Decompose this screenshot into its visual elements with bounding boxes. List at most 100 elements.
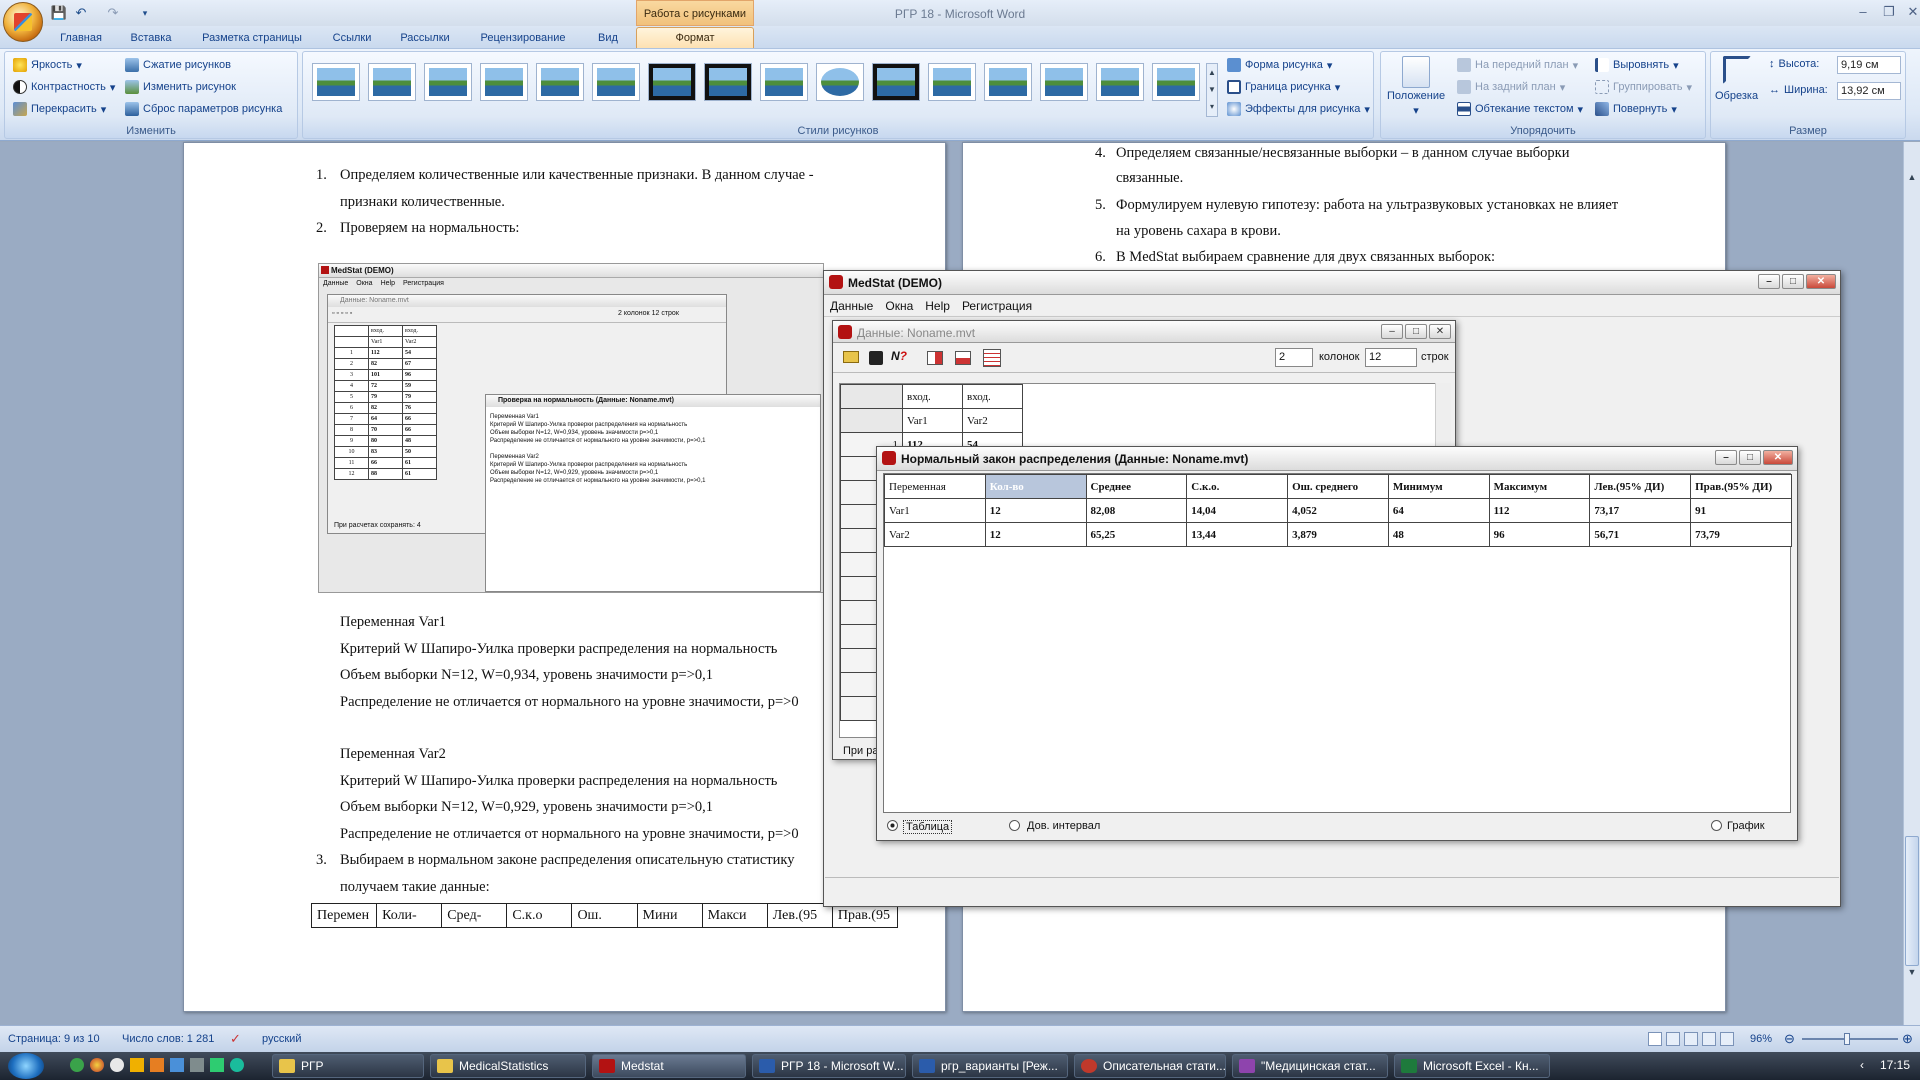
- tab-references[interactable]: Ссылки: [324, 29, 380, 48]
- style-thumb-8[interactable]: [704, 63, 752, 101]
- minimize-icon[interactable]: –: [1715, 450, 1737, 465]
- tab-format[interactable]: Формат: [636, 27, 754, 49]
- quick-launch-icon[interactable]: [70, 1058, 84, 1072]
- quick-launch-icon[interactable]: [130, 1058, 144, 1072]
- style-thumb-1[interactable]: [312, 63, 360, 101]
- change-picture-button[interactable]: Изменить рисунок: [125, 80, 236, 94]
- status-language[interactable]: русский: [262, 1033, 301, 1045]
- zoom-level[interactable]: 96%: [1750, 1033, 1772, 1045]
- taskbar-item[interactable]: Microsoft Excel - Кн...: [1394, 1054, 1550, 1078]
- tab-home[interactable]: Главная: [50, 29, 112, 48]
- table-rows-icon[interactable]: [955, 351, 971, 365]
- tab-page-layout[interactable]: Разметка страницы: [194, 29, 310, 48]
- quick-launch-icon[interactable]: [110, 1058, 124, 1072]
- style-thumb-11[interactable]: [872, 63, 920, 101]
- style-thumb-14[interactable]: [1040, 63, 1088, 101]
- tab-mailings[interactable]: Рассылки: [392, 29, 458, 48]
- taskbar-item[interactable]: Описательная стати...: [1074, 1054, 1226, 1078]
- tab-review[interactable]: Рецензирование: [470, 29, 576, 48]
- taskbar-item[interactable]: РГР 18 - Microsoft W...: [752, 1054, 906, 1078]
- style-thumb-4[interactable]: [480, 63, 528, 101]
- embedded-picture[interactable]: MedStat (DEMO) Данные Окна Help Регистрация…: [318, 263, 824, 593]
- data-scrollbar[interactable]: [1435, 383, 1451, 453]
- zoom-in-icon[interactable]: ⊕: [1902, 1031, 1913, 1047]
- picture-effects-button[interactable]: Эффекты для рисунка ▾: [1227, 102, 1370, 116]
- clock[interactable]: 17:15: [1880, 1058, 1910, 1072]
- contrast-button[interactable]: Контрастность ▾: [13, 80, 115, 94]
- quick-launch-icon[interactable]: [150, 1058, 164, 1072]
- text-wrap-button[interactable]: Обтекание текстом ▾: [1457, 102, 1583, 116]
- zoom-slider[interactable]: [1802, 1033, 1898, 1045]
- tab-insert[interactable]: Вставка: [120, 29, 182, 48]
- style-thumb-3[interactable]: [424, 63, 472, 101]
- full-screen-icon[interactable]: [1666, 1032, 1680, 1046]
- report-icon[interactable]: [983, 349, 1001, 367]
- cols-input[interactable]: 2: [1275, 348, 1313, 367]
- bring-front-button[interactable]: На передний план ▾: [1457, 58, 1578, 72]
- undo-icon[interactable]: ↶: [72, 4, 90, 22]
- zoom-out-icon[interactable]: ⊖: [1784, 1031, 1795, 1047]
- style-thumb-9[interactable]: [760, 63, 808, 101]
- web-layout-icon[interactable]: [1684, 1032, 1698, 1046]
- chrome-icon[interactable]: [90, 1058, 104, 1072]
- width-input[interactable]: 13,92 см: [1837, 82, 1901, 100]
- minimize-icon[interactable]: –: [1381, 324, 1403, 339]
- save-icon[interactable]: [869, 351, 883, 365]
- maximize-icon[interactable]: □: [1782, 274, 1804, 289]
- close-icon[interactable]: ✕: [1806, 274, 1836, 289]
- spellcheck-icon[interactable]: ✓: [230, 1031, 244, 1046]
- skype-icon[interactable]: [230, 1058, 244, 1072]
- align-button[interactable]: Выровнять ▾: [1595, 58, 1679, 72]
- close-icon[interactable]: ✕: [1429, 324, 1451, 339]
- style-thumb-5[interactable]: [536, 63, 584, 101]
- style-thumb-10[interactable]: [816, 63, 864, 101]
- taskbar-item[interactable]: ргр_варианты [Реж...: [912, 1054, 1068, 1078]
- taskbar-item[interactable]: Medstat: [592, 1054, 746, 1078]
- style-thumb-12[interactable]: [928, 63, 976, 101]
- send-back-button[interactable]: На задний план ▾: [1457, 80, 1565, 94]
- close-icon[interactable]: ✕: [1900, 3, 1920, 21]
- open-folder-icon[interactable]: [843, 351, 859, 363]
- table-edit-icon[interactable]: [927, 351, 943, 365]
- print-layout-icon[interactable]: [1648, 1032, 1662, 1046]
- menu-windows[interactable]: Окна: [885, 299, 913, 313]
- rows-input[interactable]: 12: [1365, 348, 1417, 367]
- gallery-scroll[interactable]: ▲ ▼ ▾: [1206, 63, 1218, 117]
- maximize-icon[interactable]: □: [1405, 324, 1427, 339]
- status-words[interactable]: Число слов: 1 281: [122, 1033, 214, 1045]
- tab-view[interactable]: Вид: [590, 29, 626, 48]
- quick-launch-icon[interactable]: [170, 1058, 184, 1072]
- reset-picture-button[interactable]: Сброс параметров рисунка: [125, 102, 282, 116]
- rotate-button[interactable]: Повернуть ▾: [1595, 102, 1677, 116]
- style-thumb-6[interactable]: [592, 63, 640, 101]
- style-thumb-13[interactable]: [984, 63, 1032, 101]
- menu-help[interactable]: Help: [925, 299, 950, 313]
- quick-launch-icon[interactable]: [190, 1058, 204, 1072]
- save-icon[interactable]: 💾: [50, 4, 68, 22]
- redo-icon[interactable]: ↷: [104, 4, 122, 22]
- outline-icon[interactable]: [1702, 1032, 1716, 1046]
- normal-results-table[interactable]: Переменная Кол-во Среднее С.к.о. Ош. среднег…: [884, 474, 1792, 547]
- taskbar-item[interactable]: "Медицинская стат...: [1232, 1054, 1388, 1078]
- start-button[interactable]: [8, 1053, 44, 1079]
- style-thumb-16[interactable]: [1152, 63, 1200, 101]
- draft-icon[interactable]: [1720, 1032, 1734, 1046]
- minimize-icon[interactable]: –: [1758, 274, 1780, 289]
- menu-registration[interactable]: Регистрация: [962, 299, 1032, 313]
- add-variable-icon[interactable]: N?: [891, 349, 907, 363]
- taskbar-item[interactable]: MedicalStatistics: [430, 1054, 586, 1078]
- radio-graph[interactable]: [1711, 820, 1722, 831]
- style-thumb-15[interactable]: [1096, 63, 1144, 101]
- picture-shape-button[interactable]: Форма рисунка ▾: [1227, 58, 1332, 72]
- maximize-icon[interactable]: □: [1739, 450, 1761, 465]
- radio-table[interactable]: [887, 820, 898, 831]
- picture-border-button[interactable]: Граница рисунка ▾: [1227, 80, 1340, 94]
- group-objects-button[interactable]: Группировать ▾: [1595, 80, 1692, 94]
- qat-customize-icon[interactable]: ▾: [136, 4, 154, 22]
- compress-pictures-button[interactable]: Сжатие рисунков: [125, 58, 231, 72]
- height-input[interactable]: 9,19 см: [1837, 56, 1901, 74]
- office-button[interactable]: [3, 2, 43, 42]
- vertical-scrollbar[interactable]: ▲ ▼: [1903, 142, 1920, 1025]
- status-page[interactable]: Страница: 9 из 10: [8, 1033, 100, 1045]
- minimize-icon[interactable]: –: [1850, 3, 1876, 21]
